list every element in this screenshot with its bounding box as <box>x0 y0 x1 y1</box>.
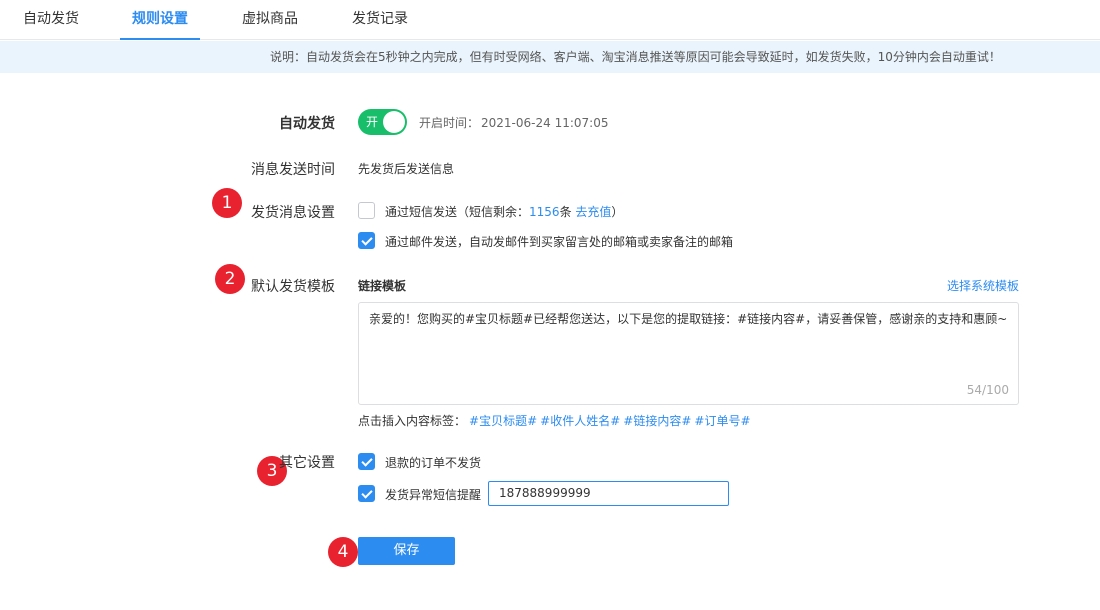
tab-ship-records[interactable]: 发货记录 <box>351 0 409 40</box>
save-button[interactable]: 保存 <box>358 537 455 565</box>
auto-ship-label: 自动发货 <box>279 116 335 132</box>
sms-option-label: 通过短信发送（短信剩余：1156条 去充值） <box>385 203 623 220</box>
auto-ship-toggle[interactable]: 开 <box>358 109 407 135</box>
sms-text-suffix: ） <box>611 205 624 219</box>
tab-virtual-goods[interactable]: 虚拟商品 <box>241 0 299 40</box>
template-label: 默认发货模板 <box>251 279 335 295</box>
step-marker-1: 1 <box>212 188 242 218</box>
insert-tags: 点击插入内容标签： #宝贝标题# #收件人姓名# #链接内容# #订单号# <box>358 412 751 429</box>
other-settings-label: 其它设置 <box>279 455 335 471</box>
sms-remaining-count: 1156 <box>529 205 560 219</box>
template-textarea[interactable]: 亲爱的！您购买的#宝贝标题#已经帮您送达，以下是您的提取链接：#链接内容#，请妥… <box>358 302 1019 405</box>
enable-time: 开启时间： 2021-06-24 11:07:05 <box>419 114 608 131</box>
tag-order-number[interactable]: #订单号# <box>694 414 750 428</box>
ship-message-label: 发货消息设置 <box>251 205 335 221</box>
sms-unit: 条 <box>559 205 572 219</box>
tab-bar: 自动发货 规则设置 虚拟商品 发货记录 <box>0 0 1100 40</box>
notice-bar: 说明：自动发货会在5秒钟之内完成，但有时受网络、客户端、淘宝消息推送等原因可能会… <box>0 41 1100 73</box>
recharge-link[interactable]: 去充值 <box>575 205 611 219</box>
abnormal-sms-checkbox[interactable] <box>358 485 375 502</box>
tab-rule-settings[interactable]: 规则设置 <box>120 0 200 40</box>
enable-time-label: 开启时间： <box>419 116 480 130</box>
message-time-value: 先发货后发送信息 <box>358 162 455 176</box>
tag-link-content[interactable]: #链接内容# <box>623 414 691 428</box>
phone-input[interactable]: 187888999999 <box>488 481 729 506</box>
abnormal-sms-label: 发货异常短信提醒 <box>385 488 482 502</box>
step-marker-4: 4 <box>328 537 358 567</box>
refund-no-ship-checkbox[interactable] <box>358 453 375 470</box>
sms-text-prefix: 通过短信发送（短信剩余： <box>385 205 530 219</box>
notice-text: 说明：自动发货会在5秒钟之内完成，但有时受网络、客户端、淘宝消息推送等原因可能会… <box>270 50 1001 64</box>
tag-recipient-name[interactable]: #收件人姓名# <box>540 414 620 428</box>
step-marker-2: 2 <box>215 264 245 294</box>
insert-tags-label: 点击插入内容标签： <box>358 414 467 428</box>
template-content: 亲爱的！您购买的#宝贝标题#已经帮您送达，以下是您的提取链接：#链接内容#，请妥… <box>369 312 1008 326</box>
choose-system-template-link[interactable]: 选择系统模板 <box>947 277 1019 294</box>
message-time-label: 消息发送时间 <box>251 162 335 178</box>
template-title: 链接模板 <box>358 279 407 293</box>
toggle-on-text: 开 <box>366 115 379 129</box>
refund-no-ship-label: 退款的订单不发货 <box>385 456 482 470</box>
sms-checkbox[interactable] <box>358 202 375 219</box>
template-char-count: 54/100 <box>966 383 1009 397</box>
tab-auto-ship[interactable]: 自动发货 <box>22 0 80 40</box>
tag-item-title[interactable]: #宝贝标题# <box>469 414 537 428</box>
enable-time-value: 2021-06-24 11:07:05 <box>481 116 609 130</box>
toggle-knob <box>383 111 405 133</box>
email-option-label: 通过邮件发送，自动发邮件到买家留言处的邮箱或卖家备注的邮箱 <box>385 235 734 249</box>
email-checkbox[interactable] <box>358 232 375 249</box>
